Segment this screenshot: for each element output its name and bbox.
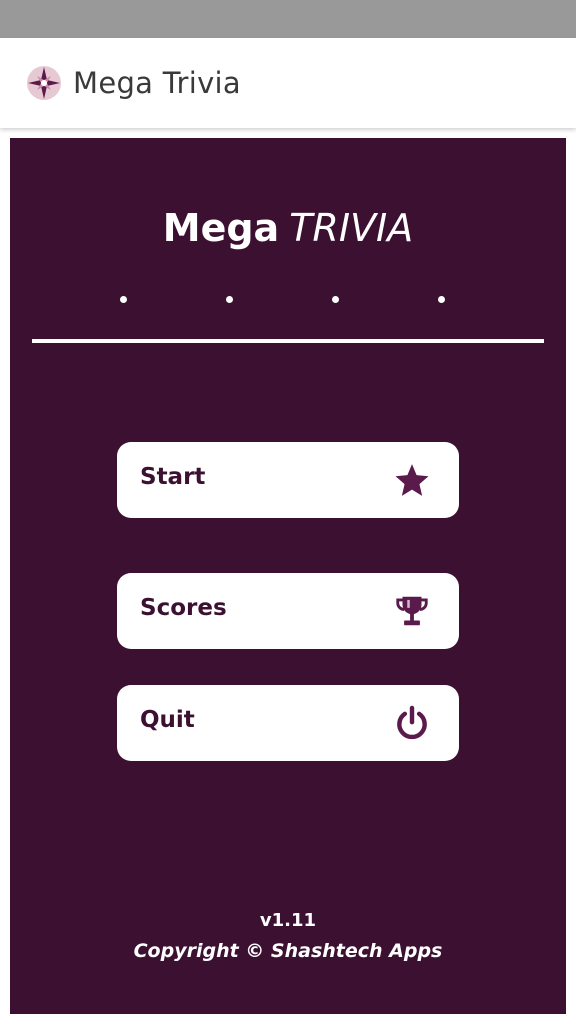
scores-button-label: Scores [140, 595, 227, 621]
start-button-label: Start [140, 464, 206, 490]
dot [226, 296, 233, 303]
start-button[interactable]: Start [117, 442, 459, 518]
copyright-text: Copyright © Shashtech Apps [133, 940, 443, 962]
dot [332, 296, 339, 303]
compass-star-icon [27, 66, 61, 100]
app-bar: Mega Trivia [0, 38, 576, 128]
quit-button-label: Quit [140, 707, 195, 733]
dot [120, 296, 127, 303]
version-text: v1.11 [259, 910, 317, 931]
quit-button[interactable]: Quit [117, 685, 459, 761]
status-bar [0, 0, 576, 38]
dot [438, 296, 445, 303]
main-panel: Mega TRIVIA Start Scores Quit v1.11 Copy… [10, 138, 566, 1014]
title-mega: Mega [162, 206, 280, 250]
progress-dots [10, 296, 566, 306]
power-icon [397, 705, 427, 740]
app-title: Mega Trivia [73, 66, 241, 100]
divider [32, 339, 544, 343]
title-trivia: TRIVIA [289, 206, 414, 250]
trophy-icon [396, 596, 428, 626]
main-title: Mega TRIVIA [10, 206, 566, 250]
scores-button[interactable]: Scores [117, 573, 459, 649]
star-icon [395, 464, 429, 496]
